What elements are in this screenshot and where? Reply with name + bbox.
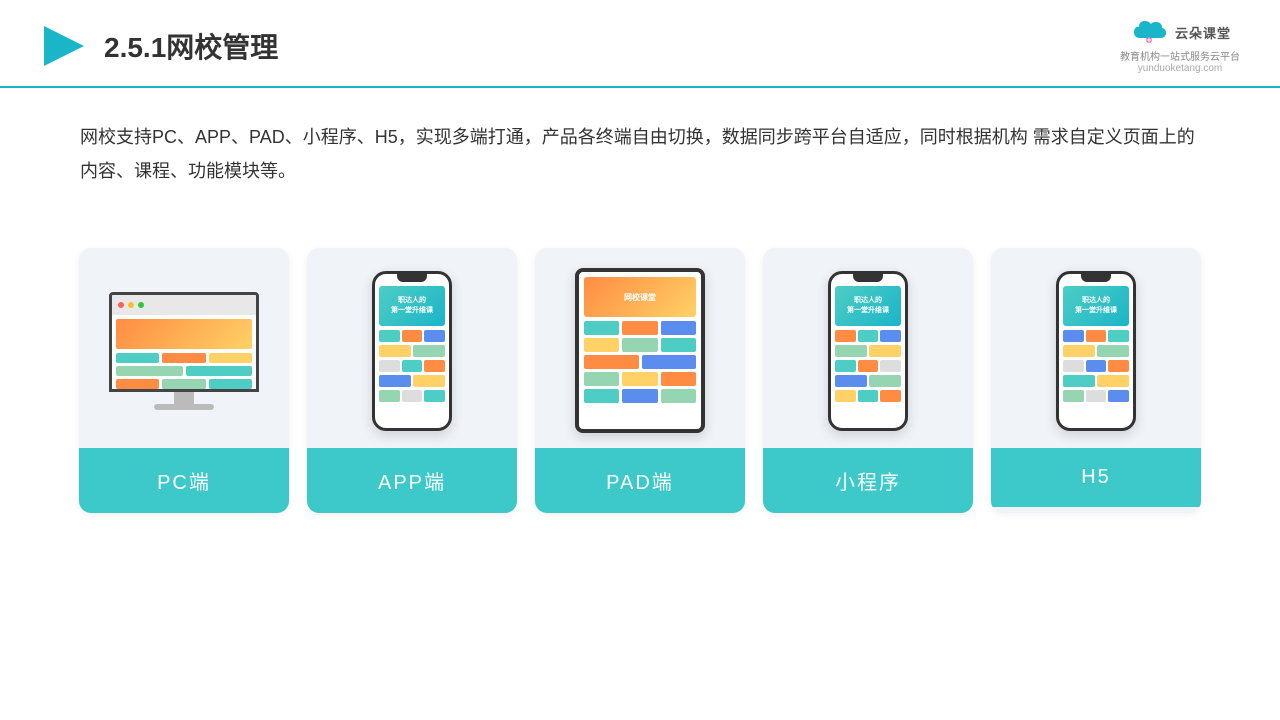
pc-mockup (109, 292, 259, 410)
card-pc: PC端 (79, 248, 289, 513)
card-image-pad: 网校课堂 (535, 248, 745, 448)
logo-text: 云朵课堂 (1175, 23, 1231, 42)
card-image-miniapp: 职达人的第一堂升维课 (763, 248, 973, 448)
logo-area: 云朵课堂 教育机构一站式服务云平台 yunduoketang.com (1120, 18, 1240, 74)
description-text: 网校支持PC、APP、PAD、小程序、H5，实现多端打通，产品各终端自由切换，数… (0, 88, 1280, 208)
cloud-icon (1129, 18, 1169, 46)
card-label-h5: H5 (991, 448, 1201, 507)
card-miniapp: 职达人的第一堂升维课 (763, 248, 973, 513)
card-image-h5: 职达人的第一堂升维课 (991, 248, 1201, 448)
pc-screen (109, 292, 259, 392)
card-pad: 网校课堂 (535, 248, 745, 513)
card-image-pc (79, 248, 289, 448)
card-image-app: 职达人的第一堂升维课 (307, 248, 517, 448)
phone-mockup-miniapp: 职达人的第一堂升维课 (828, 271, 908, 431)
card-label-app: APP端 (307, 448, 517, 513)
card-label-pc: PC端 (79, 448, 289, 513)
logo-subtitle: 教育机构一站式服务云平台 (1120, 48, 1240, 63)
phone-mockup-h5: 职达人的第一堂升维课 (1056, 271, 1136, 431)
logo-domain: yunduoketang.com (1138, 63, 1223, 74)
tablet-mockup: 网校课堂 (575, 268, 705, 433)
cards-section: PC端 职达人的第一堂升维课 (0, 218, 1280, 543)
card-label-pad: PAD端 (535, 448, 745, 513)
card-app: 职达人的第一堂升维课 (307, 248, 517, 513)
header-left: 2.5.1网校管理 (40, 22, 278, 70)
card-label-miniapp: 小程序 (763, 448, 973, 513)
logo-cloud: 云朵课堂 (1129, 18, 1231, 46)
header: 2.5.1网校管理 云朵课堂 教育机构一站式服务云平台 yunduoketang… (0, 0, 1280, 88)
play-icon (40, 22, 88, 70)
card-h5: 职达人的第一堂升维课 (991, 248, 1201, 513)
page-title: 2.5.1网校管理 (104, 26, 278, 66)
phone-mockup-app: 职达人的第一堂升维课 (372, 271, 452, 431)
